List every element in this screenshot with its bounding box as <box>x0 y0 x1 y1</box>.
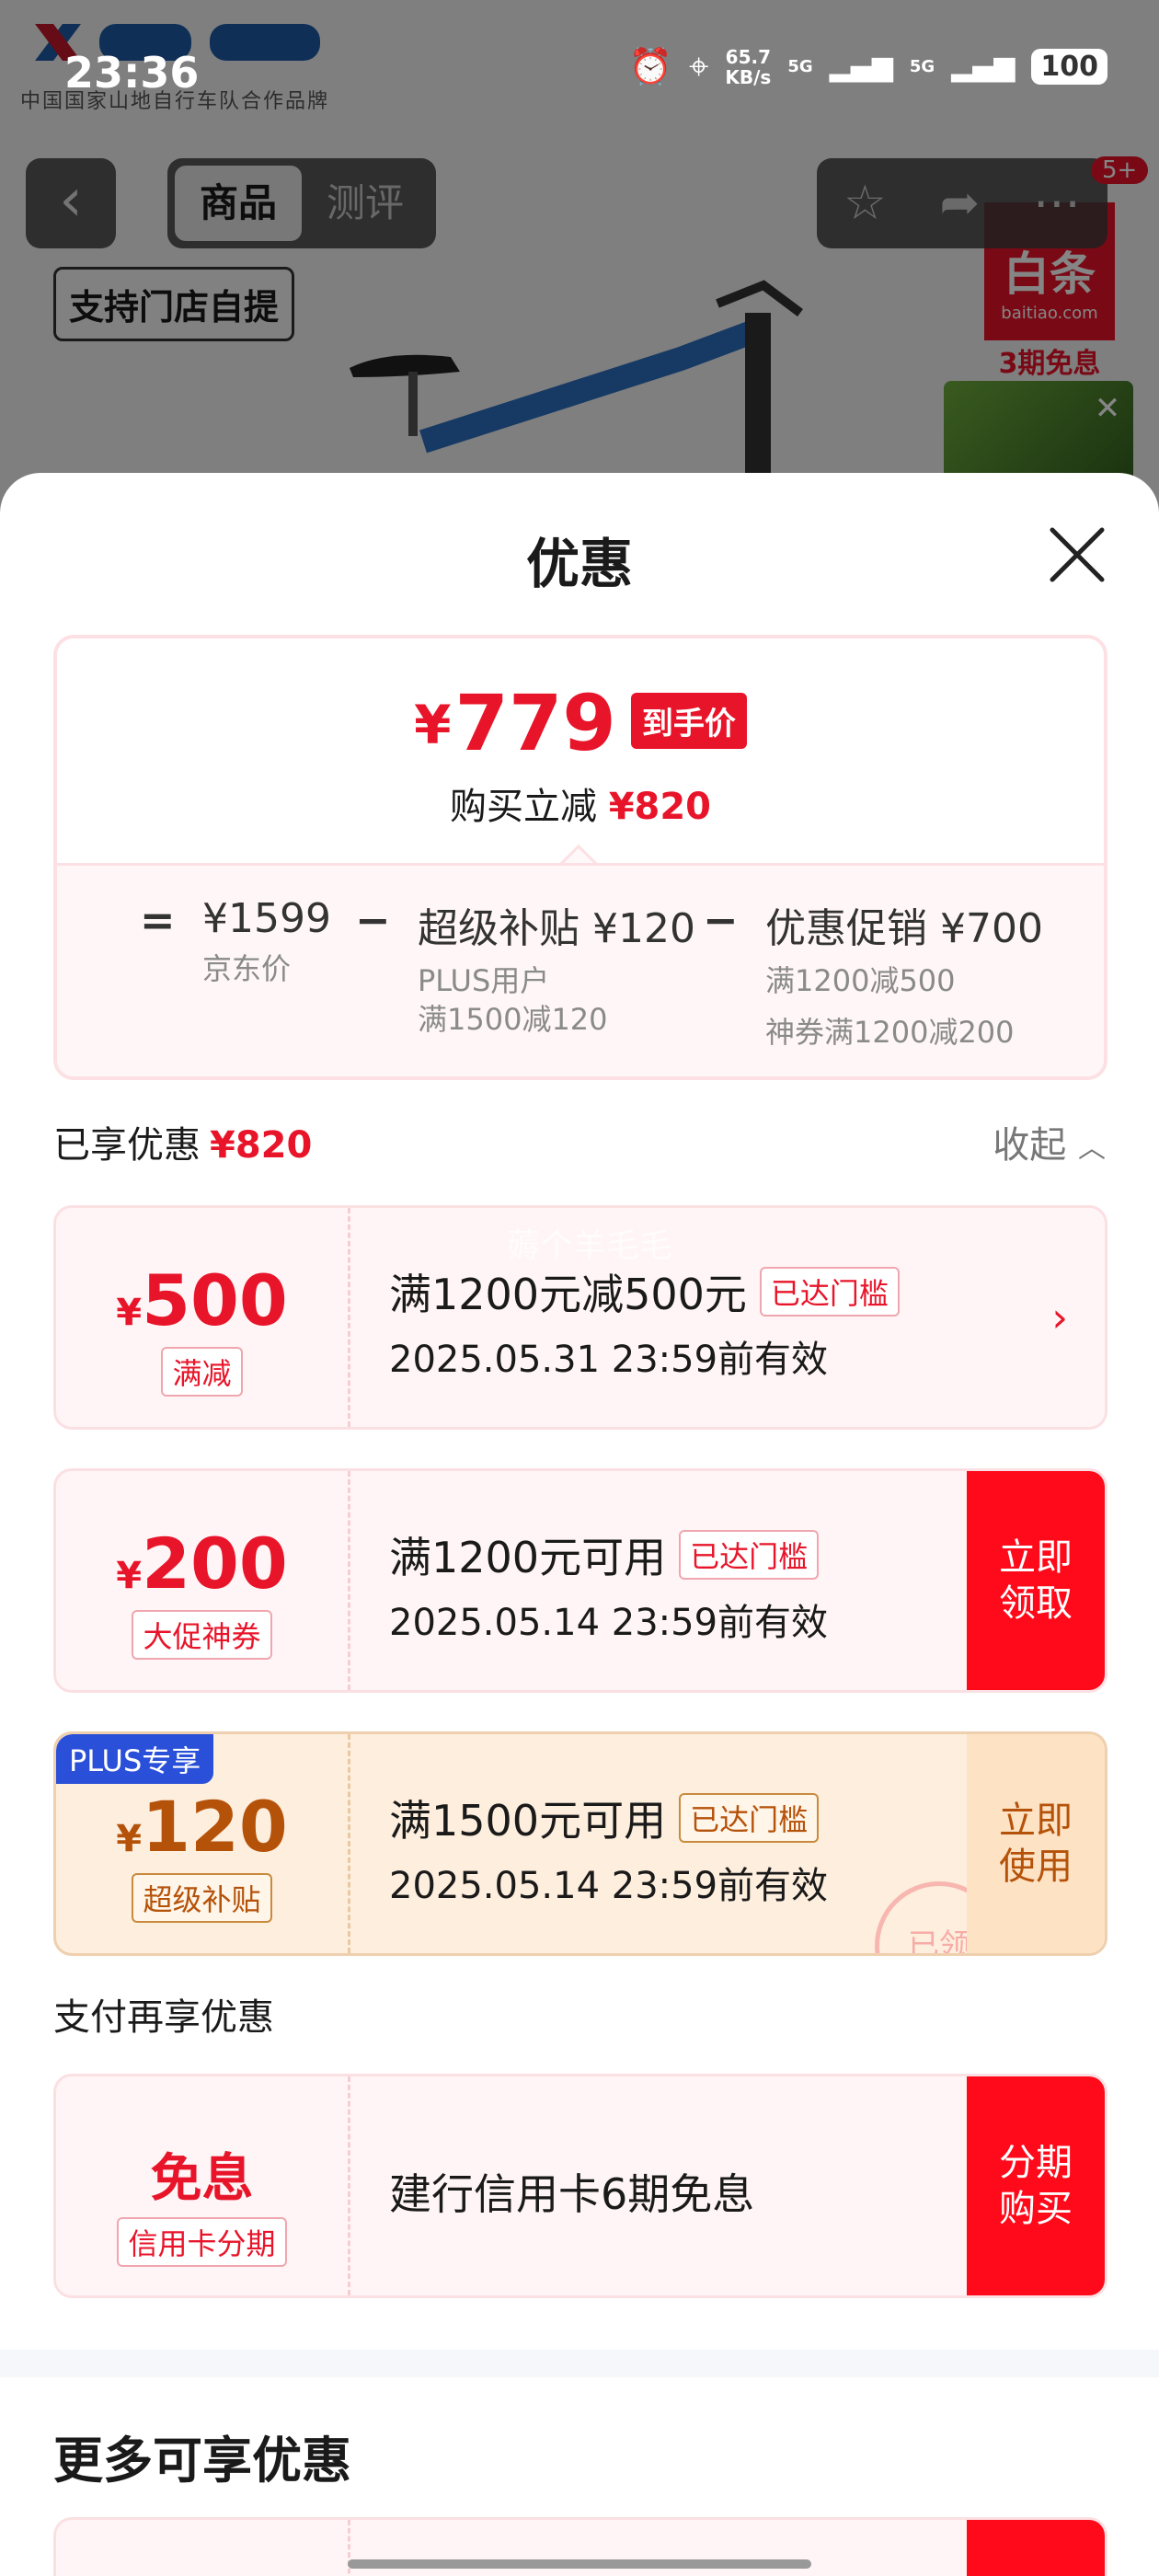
jd-price-label: 京东价 <box>202 951 292 986</box>
speed-value: 65.7 <box>725 45 772 68</box>
coupon-condition: 满1200元减500元 <box>389 1270 747 1319</box>
use-now-button[interactable]: 立即使用 <box>967 1734 1105 1953</box>
coupon-amount: 120 <box>142 1786 288 1868</box>
installment-buy-button[interactable]: 分期购买 <box>967 2076 1105 2295</box>
interest-free-label: 免息 <box>150 2149 254 2209</box>
coupon-kind: 满减 <box>161 1347 243 1397</box>
signal-5g-2: 5G <box>909 57 935 76</box>
coupon-currency: ¥ <box>116 1292 143 1334</box>
coupon-validity: 2025.05.14 23:59前有效 <box>389 1602 829 1644</box>
subsidy-sub1: PLUS用户 <box>418 963 550 998</box>
coupon-card-plus-subsidy: ¥120 超级补贴 PLUS专享 满1500元可用 已达门槛 2025.05.14… <box>53 1731 1107 1956</box>
reduce-label: 购买立减 <box>449 786 597 828</box>
minus-sign: − <box>355 895 391 945</box>
status-bar: 23:36 ⏰ ⌖ 65.7 KB/s 5G ▂▄▆ 5G ▂▄▆ 100 <box>0 40 1159 105</box>
battery-level: 100 <box>1031 49 1107 85</box>
coupon-amount: 500 <box>142 1259 288 1341</box>
section-divider <box>0 2350 1159 2377</box>
speed-unit: KB/s <box>725 65 772 88</box>
sheet-title: 优惠 <box>525 533 633 595</box>
collapse-button[interactable]: 收起 ︿ <box>993 1115 1106 1168</box>
enjoyed-text: 已享优惠 <box>53 1124 201 1167</box>
coupon-card-full-reduction[interactable]: ¥500 满减 薅个羊毛毛 满1200元减500元 已达门槛 2025.05.31… <box>53 1205 1107 1430</box>
coupon-kind: 超级补贴 <box>132 1873 272 1923</box>
plus-exclusive-badge: PLUS专享 <box>56 1734 214 1784</box>
installment-buy-label: 分期购买 <box>999 2142 1073 2230</box>
minus-sign-2: − <box>703 895 739 945</box>
price-summary: ¥ 779 到手价 购买立减 ¥820 = ¥1599 京东价 − 超级补贴 ¥… <box>53 635 1107 1080</box>
network-speed: 65.7 KB/s <box>725 47 771 87</box>
home-indicator[interactable] <box>348 2559 811 2569</box>
promo-discount: 优惠促销 ¥700 <box>765 905 1043 952</box>
coupon-kind: 大促神券 <box>132 1610 272 1660</box>
signal-bars-icon: ▂▄▆ <box>829 51 893 83</box>
threshold-badge: 已达门槛 <box>679 1793 820 1843</box>
coupon-card-big-promo: ¥200 大促神券 满1200元可用 已达门槛 2025.05.14 23:59前… <box>53 1468 1107 1693</box>
enjoyed-discount-label: 已享优惠 ¥820 <box>53 1115 312 1168</box>
installment-card: 免息 信用卡分期 建行信用卡6期免息 分期购买 <box>53 2074 1107 2298</box>
coupon-value: ¥500 满减 <box>56 1208 350 1427</box>
final-price: 779 <box>454 678 616 768</box>
promo-sub1: 满1200减500 <box>765 963 956 998</box>
claim-now-label: 立即领取 <box>999 1536 1073 1625</box>
installment-text: 建行信用卡6期免息 <box>389 2169 755 2219</box>
signal-bars-icon-2: ▂▄▆ <box>951 51 1016 83</box>
reduce-amount: ¥820 <box>608 786 712 828</box>
close-icon[interactable] <box>1047 524 1107 585</box>
signal-5g-1: 5G <box>787 57 813 76</box>
status-time: 23:36 <box>64 48 200 98</box>
status-icons: ⏰ ⌖ 65.7 KB/s 5G ▂▄▆ 5G ▂▄▆ 100 <box>629 46 1107 87</box>
coupon-currency: ¥ <box>116 1555 143 1597</box>
discount-sheet: 优惠 ¥ 779 到手价 购买立减 ¥820 = ¥1599 京东价 − 超级补… <box>0 473 1159 2576</box>
super-subsidy: 超级补贴 ¥120 <box>418 905 695 952</box>
enjoyed-amount: ¥820 <box>210 1124 313 1167</box>
threshold-badge: 已达门槛 <box>759 1267 900 1317</box>
installment-value: 免息 信用卡分期 <box>56 2076 350 2295</box>
coupon-condition: 满1500元可用 <box>389 1796 667 1846</box>
location-icon: ⌖ <box>688 46 709 86</box>
chevron-up-icon: ︿ <box>1078 1133 1106 1165</box>
coupon-condition: 满1200元可用 <box>389 1533 667 1582</box>
reduce-line: 购买立减 ¥820 <box>57 776 1104 830</box>
payment-discount-label: 支付再享优惠 <box>53 1996 274 2039</box>
use-now-label: 立即使用 <box>999 1800 1073 1888</box>
claim-now-button[interactable]: 立即领取 <box>967 1471 1105 1690</box>
price-breakdown: = ¥1599 京东价 − 超级补贴 ¥120 PLUS用户 满1500减120… <box>57 863 1104 1076</box>
equals-sign: = <box>140 895 176 945</box>
alarm-icon: ⏰ <box>628 46 672 86</box>
watermark: 薅个羊毛毛 <box>507 1227 673 1265</box>
more-card-action[interactable] <box>967 2520 1105 2576</box>
subsidy-sub2: 满1500减120 <box>418 1002 608 1037</box>
more-discounts-title: 更多可享优惠 <box>53 2432 351 2490</box>
collapse-label: 收起 <box>993 1124 1067 1167</box>
promo-sub2: 神券满1200减200 <box>765 1015 1015 1050</box>
threshold-badge: 已达门槛 <box>679 1530 820 1580</box>
currency-symbol: ¥ <box>414 694 452 756</box>
installment-kind: 信用卡分期 <box>117 2217 287 2267</box>
coupon-amount: 200 <box>142 1523 288 1604</box>
jd-price: ¥1599 <box>202 895 331 942</box>
final-price-tag: 到手价 <box>630 693 747 749</box>
coupon-currency: ¥ <box>116 1818 143 1860</box>
coupon-validity: 2025.05.14 23:59前有效 <box>389 1865 829 1907</box>
coupon-validity: 2025.05.31 23:59前有效 <box>389 1339 829 1381</box>
more-card-left <box>56 2520 350 2576</box>
coupon-value: ¥200 大促神券 <box>56 1471 350 1690</box>
chevron-right-icon[interactable]: › <box>1051 1294 1068 1341</box>
final-price-row: ¥ 779 到手价 <box>57 684 1104 762</box>
